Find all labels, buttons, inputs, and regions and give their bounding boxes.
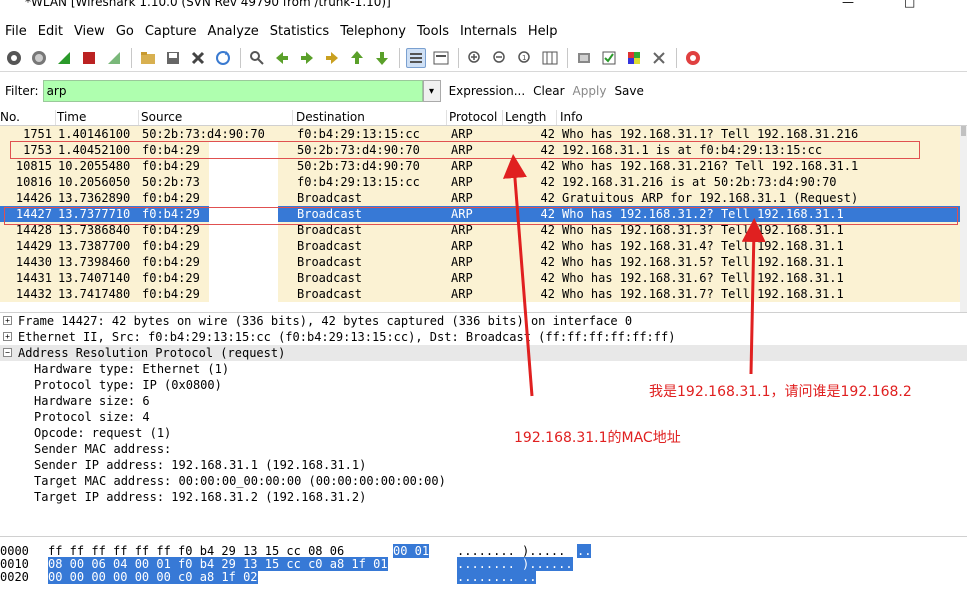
annotation-note-request: 我是192.168.31.1，请问谁是192.168.2 [649, 384, 912, 400]
annotation-arrows [502, 154, 766, 397]
arrow-to-request [741, 218, 766, 375]
arrow-to-reply [502, 154, 534, 397]
annotation-note-mac: 192.168.31.1的MAC地址 [514, 430, 681, 446]
